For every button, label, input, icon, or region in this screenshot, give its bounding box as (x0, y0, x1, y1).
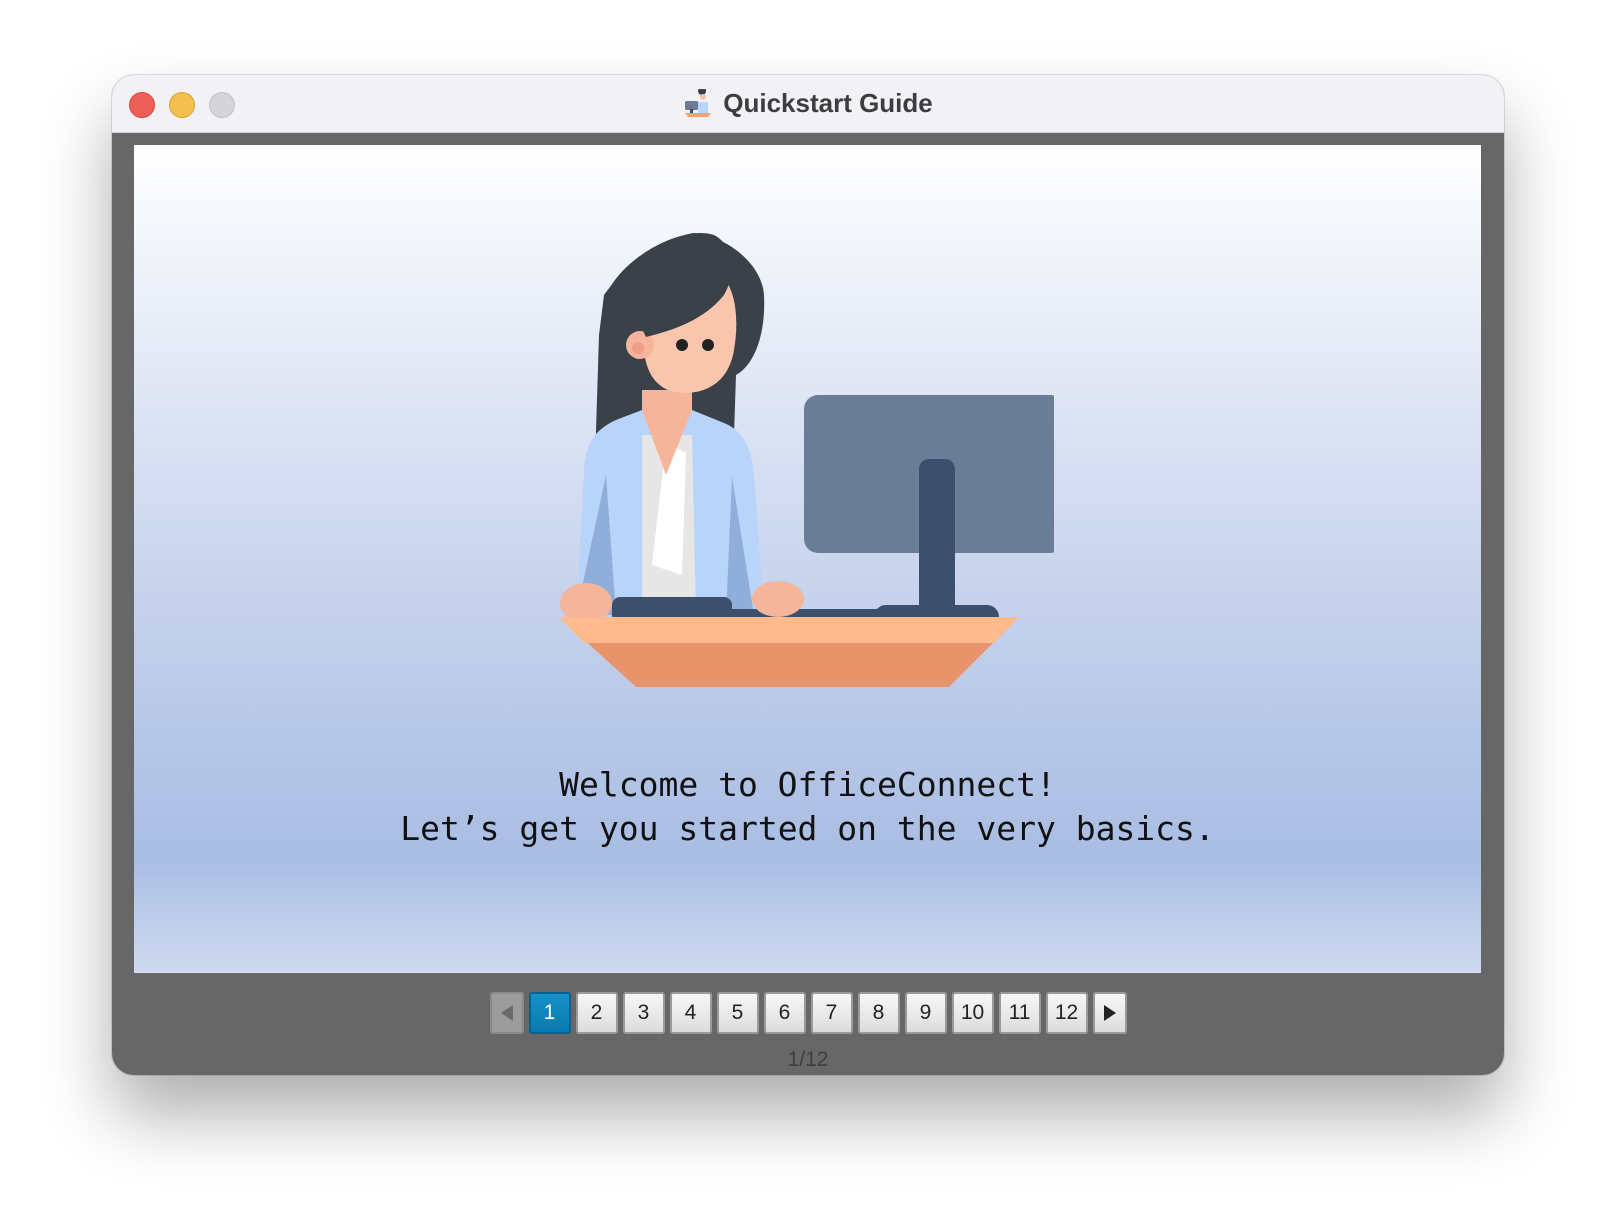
page-button-9[interactable]: 9 (904, 992, 947, 1034)
slide-content: Welcome to OfficeConnect! Let’s get you … (134, 145, 1481, 973)
chevron-left-icon (500, 1005, 513, 1021)
window-title: Quickstart Guide (112, 75, 1504, 132)
page-button-5[interactable]: 5 (716, 992, 759, 1034)
welcome-message: Welcome to OfficeConnect! Let’s get you … (134, 763, 1481, 851)
page-button-4[interactable]: 4 (669, 992, 712, 1034)
page-button-10[interactable]: 10 (951, 992, 994, 1034)
page-counter: 1/12 (787, 1048, 829, 1071)
page-button-12[interactable]: 12 (1045, 992, 1088, 1034)
previous-page-button[interactable] (489, 992, 524, 1034)
page-button-3[interactable]: 3 (622, 992, 665, 1034)
page-button-7[interactable]: 7 (810, 992, 853, 1034)
page-navigation: 1 2 3 4 5 6 7 8 9 10 11 12 (112, 992, 1504, 1034)
window-title-text: Quickstart Guide (723, 88, 933, 118)
page-button-2[interactable]: 2 (575, 992, 618, 1034)
page-button-11[interactable]: 11 (998, 992, 1041, 1034)
welcome-line-2: Let’s get you started on the very basics… (400, 809, 1215, 848)
page-button-6[interactable]: 6 (763, 992, 806, 1034)
welcome-line-1: Welcome to OfficeConnect! (559, 765, 1056, 804)
quickstart-window: Quickstart Guide Welcome to OfficeConnec… (112, 75, 1504, 1075)
page-button-1[interactable]: 1 (528, 992, 571, 1034)
woman-at-computer-illustration (559, 233, 1054, 687)
chevron-right-icon (1103, 1005, 1116, 1021)
page-button-8[interactable]: 8 (857, 992, 900, 1034)
person-at-computer-icon (685, 88, 712, 117)
next-page-button[interactable] (1092, 992, 1127, 1034)
title-bar[interactable]: Quickstart Guide (112, 75, 1504, 133)
